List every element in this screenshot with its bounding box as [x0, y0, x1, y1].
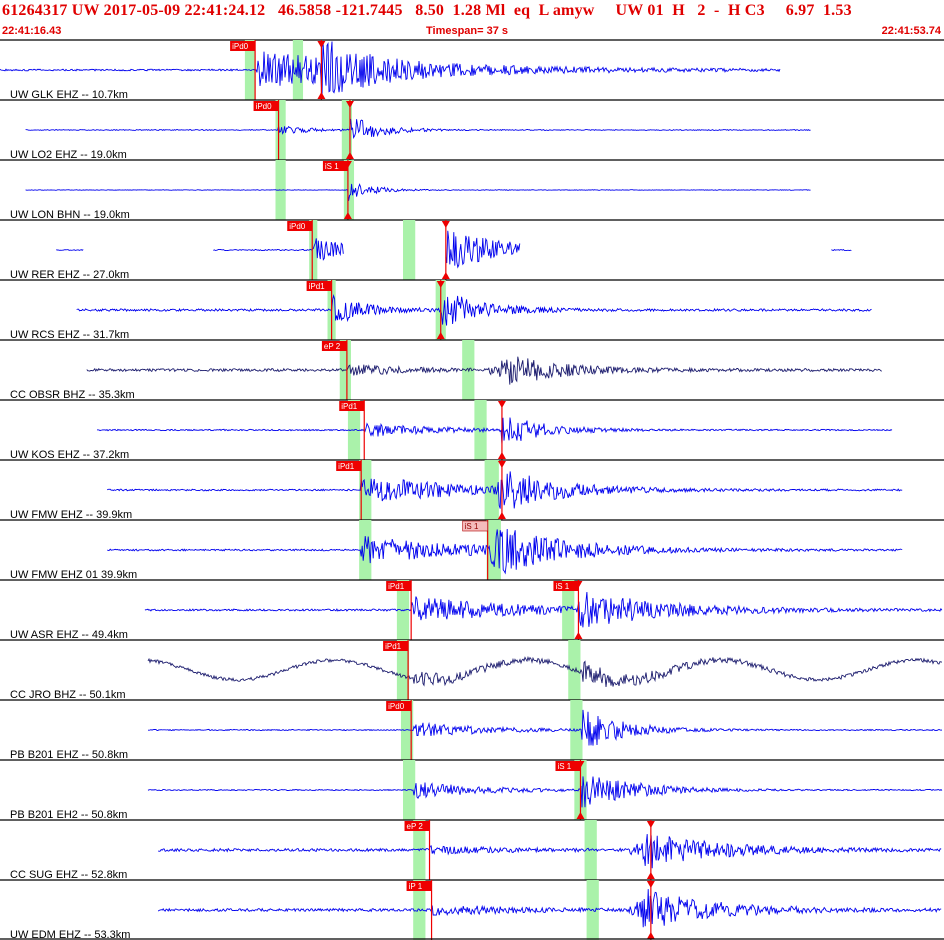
- channel-row[interactable]: iPd1 UW KOS EHZ -- 37.2km: [0, 399, 944, 461]
- pick-label: iS 1: [557, 762, 571, 771]
- channel-label: CC JRO BHZ -- 50.1km: [10, 689, 126, 701]
- channel-label: PB B201 EH2 -- 50.8km: [10, 809, 127, 821]
- waveform-trace: [147, 776, 943, 808]
- channel-label: UW RER EHZ -- 27.0km: [10, 269, 129, 281]
- waveform-trace: [76, 293, 872, 326]
- pick-label: iPd1: [338, 462, 355, 471]
- waveform-trace: [144, 591, 943, 628]
- pick-label: iP 1: [409, 882, 423, 891]
- pick-marker-top: [317, 41, 326, 48]
- pick-window: [292, 40, 304, 100]
- waveform-trace: [25, 183, 811, 201]
- seismogram-panel[interactable]: iPd0 UW GLK EHZ -- 10.7km iPd0 UW LO2 EHZ -…: [0, 0, 944, 940]
- pick-label: iPd0: [256, 102, 273, 111]
- channel-row[interactable]: iPd1 CC JRO BHZ -- 50.1km: [0, 639, 944, 701]
- pick-label: iS 1: [465, 522, 479, 531]
- channel-row[interactable]: iPd0 UW LO2 EHZ -- 19.0km: [0, 99, 944, 161]
- pick-label: eP 2: [407, 822, 424, 831]
- channel-row[interactable]: iS 1 PB B201 EH2 -- 50.8km: [0, 759, 944, 821]
- waveform-trace: [831, 248, 852, 252]
- pick-label: iPd1: [385, 642, 402, 651]
- waveform-trace: [147, 655, 943, 687]
- channel-label: UW GLK EHZ -- 10.7km: [10, 89, 128, 101]
- channel-row[interactable]: iPd0 PB B201 EHZ -- 50.8km: [0, 699, 944, 761]
- pick-window: [586, 880, 599, 940]
- waveform-trace: [86, 356, 882, 385]
- channel-row[interactable]: iPd1 UW FMW EHZ -- 39.9km: [0, 459, 944, 521]
- pick-marker-top: [646, 881, 655, 888]
- channel-label: UW ASR EHZ -- 49.4km: [10, 629, 128, 641]
- pick-marker-top: [646, 821, 655, 828]
- pick-window: [484, 460, 499, 520]
- channel-row[interactable]: iPd0 UW RER EHZ -- 27.0km: [0, 219, 944, 281]
- channel-row[interactable]: eP 2 CC SUG EHZ -- 52.8km: [0, 819, 944, 881]
- pick-label: iPd1: [309, 282, 326, 291]
- waveform-trace: [148, 709, 943, 746]
- pick-label: eP 2: [324, 342, 341, 351]
- channel-row[interactable]: iP 1UW EDM EHZ -- 53.3km: [0, 879, 944, 940]
- channel-row[interactable]: iPd1 iS 1 UW ASR EHZ -- 49.4km: [0, 579, 944, 641]
- pick-marker-bottom: [646, 872, 655, 879]
- waveform-trace: [107, 528, 903, 575]
- pick-marker-top: [441, 221, 450, 228]
- channel-label: UW LON BHN -- 19.0km: [10, 209, 130, 221]
- waveform-trace: [158, 834, 942, 869]
- pick-marker-bottom: [497, 452, 506, 459]
- waveform-trace: [157, 889, 942, 928]
- waveform-trace: [106, 471, 903, 509]
- waveform-trace: [445, 230, 521, 269]
- waveform-trace: [96, 417, 893, 445]
- pick-marker-bottom: [574, 632, 583, 639]
- waveform-trace: [213, 238, 344, 261]
- pick-marker-bottom: [441, 272, 450, 279]
- pick-label: iPd1: [388, 582, 405, 591]
- channel-label: UW FMW EHZ -- 39.9km: [10, 509, 132, 521]
- pick-label: iPd0: [232, 42, 249, 51]
- pick-marker-top: [497, 401, 506, 408]
- pick-label: iPd0: [289, 222, 306, 231]
- channel-label: UW KOS EHZ -- 37.2km: [10, 449, 129, 461]
- channel-label: UW RCS EHZ -- 31.7km: [10, 329, 129, 341]
- pick-marker-top: [497, 461, 506, 468]
- channel-label: UW LO2 EHZ -- 19.0km: [10, 149, 127, 161]
- pick-marker-bottom: [317, 92, 326, 99]
- pick-label: iS 1: [555, 582, 569, 591]
- channel-row[interactable]: eP 2 CC OBSR BHZ -- 35.3km: [0, 339, 944, 401]
- channel-row[interactable]: iS 1 UW LON BHN -- 19.0km: [0, 159, 944, 221]
- pick-label: iS 1: [325, 162, 339, 171]
- channel-label: CC OBSR BHZ -- 35.3km: [10, 389, 135, 401]
- channel-row[interactable]: iS 1 UW FMW EHZ 01 39.9km: [0, 519, 944, 581]
- waveform-trace: [56, 249, 84, 251]
- channel-label: CC SUG EHZ -- 52.8km: [10, 869, 127, 881]
- channel-row[interactable]: iPd1 UW RCS EHZ -- 31.7km: [0, 279, 944, 341]
- pick-label: iPd0: [388, 702, 405, 711]
- waveform-trace: [25, 118, 811, 140]
- pick-marker-bottom: [497, 512, 506, 519]
- pick-label: iPd1: [341, 402, 358, 411]
- channel-label: PB B201 EHZ -- 50.8km: [10, 749, 128, 761]
- channel-row[interactable]: iPd0 UW GLK EHZ -- 10.7km: [0, 39, 944, 101]
- channel-label: UW FMW EHZ 01 39.9km: [10, 569, 137, 581]
- pick-window: [403, 220, 416, 280]
- pick-marker-bottom: [646, 932, 655, 939]
